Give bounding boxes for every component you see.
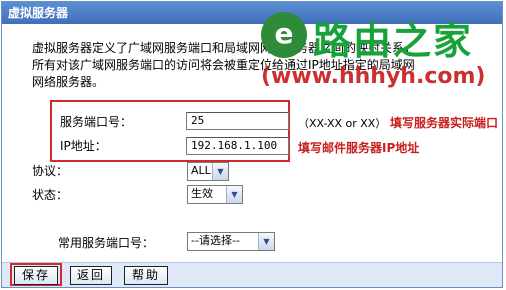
virtual-server-panel: 虚拟服务器 虚拟服务器定义了广域网服务端口和局域网网络服务器之间的映射关系， 所…	[1, 1, 503, 288]
chevron-down-icon[interactable]: ▼	[212, 163, 228, 180]
logo-e-icon: e	[261, 12, 307, 58]
service-port-note: 填写服务器实际端口	[390, 116, 499, 130]
chevron-down-icon[interactable]: ▼	[258, 233, 274, 250]
ip-address-label: IP地址：	[60, 139, 107, 153]
back-button[interactable]: 返回	[70, 266, 112, 285]
common-port-selected-value: --请选择--	[191, 234, 240, 247]
watermark-brand: 路由之家	[313, 19, 474, 63]
watermark-logo: e 路由之家 (www.hhhyh.com)	[255, 4, 505, 104]
save-button[interactable]: 保存	[14, 266, 58, 285]
chevron-down-icon[interactable]: ▼	[226, 186, 242, 203]
service-port-format-hint: （XX-XX or XX）	[298, 117, 387, 130]
status-selected-value: 生效	[191, 187, 213, 200]
help-button[interactable]: 帮助	[124, 266, 168, 285]
protocol-label: 协议：	[32, 164, 69, 178]
service-port-label: 服务端口号：	[60, 115, 133, 129]
button-bar: 保存 返回 帮助	[2, 262, 502, 287]
protocol-select[interactable]: ALL ▼	[187, 162, 229, 181]
service-port-input[interactable]: 25	[186, 112, 289, 130]
watermark-url: (www.hhhyh.com)	[261, 64, 486, 89]
status-select[interactable]: 生效 ▼	[187, 185, 243, 204]
common-port-select[interactable]: --请选择-- ▼	[187, 232, 275, 251]
status-label: 状态：	[32, 188, 69, 202]
common-port-label: 常用服务端口号：	[58, 236, 155, 250]
protocol-selected-value: ALL	[191, 164, 211, 177]
ip-address-input[interactable]: 192.168.1.100	[186, 137, 289, 155]
ip-address-note: 填写邮件服务器IP地址	[298, 141, 420, 155]
